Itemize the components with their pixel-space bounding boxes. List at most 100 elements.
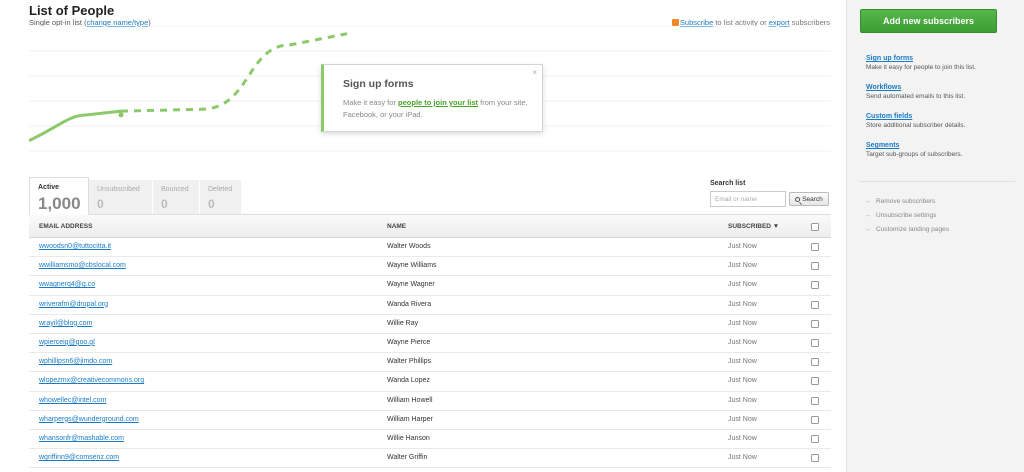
subscriber-email-link[interactable]: whowellec@intel.com <box>39 397 106 404</box>
segments-link[interactable]: Segments <box>866 142 899 149</box>
table-row: wphillipsn6@jimdo.com Walter Phillips Just… <box>29 353 831 373</box>
sidebar-item-segments: Segments Target sub-groups of subscriber… <box>866 142 963 158</box>
table-row: whowellec@intel.com William Howell Just No… <box>29 392 831 411</box>
subscriber-name: Wanda Lopez <box>387 377 430 385</box>
subscriber-email-link[interactable]: wgriffinn9@comsenz.com <box>39 454 119 461</box>
subscriber-name: Walter Phillips <box>387 358 432 366</box>
row-checkbox[interactable] <box>811 243 819 251</box>
table-row: wwilliamsmo@cbslocal.com Wayne Williams Ju… <box>29 257 831 277</box>
subscriber-email-link[interactable]: wwagnerq4@g.co <box>39 281 95 288</box>
subscriber-name: Walter Woods <box>387 243 431 250</box>
row-checkbox[interactable] <box>811 415 819 424</box>
sidebar-item-workflows: Workflows Send automated emails to this … <box>866 84 965 100</box>
add-new-subscribers-button[interactable]: Add new subscribers <box>860 9 997 33</box>
subscriber-email-link[interactable]: wrayil@blog.com <box>39 320 92 327</box>
column-name[interactable]: NAME <box>387 223 406 230</box>
row-checkbox[interactable] <box>811 377 819 386</box>
table-row: wpierceig@goo.gl Wayne Pierce Just Now <box>29 334 831 354</box>
search-button[interactable]: Search <box>789 192 829 206</box>
search-input[interactable] <box>710 191 786 207</box>
sort-desc-icon: ▼ <box>772 223 780 230</box>
column-subscribed[interactable]: SUBSCRIBED ▼ <box>728 223 779 230</box>
subscriber-email-link[interactable]: wriverafm@drupal.org <box>39 301 108 308</box>
subscriber-name: Wayne Williams <box>387 262 437 270</box>
sidebar-item-signup-forms: Sign up forms Make it easy for people to… <box>866 55 976 71</box>
table-row: wwoodsn0@tuttocitta.it Walter Woods Just N… <box>29 238 831 258</box>
subscribed-time: Just Now <box>728 377 757 385</box>
subscriber-email-link[interactable]: wlopezmx@creativecommons.org <box>39 377 144 384</box>
row-checkbox[interactable] <box>811 358 819 367</box>
chart-series-line-projected <box>120 32 348 113</box>
chart-point <box>118 112 124 118</box>
subscribed-time: Just Now <box>728 262 757 270</box>
column-email[interactable]: EMAIL ADDRESS <box>39 223 92 230</box>
search-icon <box>795 196 801 202</box>
table-row: wrayil@blog.com Willie Ray Just Now <box>29 315 831 334</box>
row-checkbox[interactable] <box>811 281 819 290</box>
arrow-right-icon: → <box>864 225 871 233</box>
subscriber-name: Willie Hanson <box>387 434 430 442</box>
subscribed-time: Just Now <box>728 319 757 327</box>
subscribed-time: Just Now <box>728 396 757 404</box>
tab-deleted[interactable]: Deleted 0 <box>200 180 242 214</box>
table-row: wgriffinn9@comsenz.com Walter Griffin Just… <box>29 449 831 469</box>
subscribed-time: Just Now <box>728 415 757 423</box>
subscriber-name: Willie Ray <box>387 319 419 327</box>
popover-title: Sign up forms <box>343 78 414 90</box>
subscribed-time: Just Now <box>728 338 757 346</box>
subscriber-name: William Howell <box>387 396 433 404</box>
subscriber-email-link[interactable]: wwilliamsmo@cbslocal.com <box>39 262 126 269</box>
chart-series <box>29 32 348 142</box>
remove-subscribers-action[interactable]: → Remove subscribers <box>864 194 949 208</box>
customize-landing-pages-action[interactable]: → Customize landing pages <box>864 222 949 236</box>
table-row: wharpergs@wunderground.com William Harper… <box>29 411 831 430</box>
row-checkbox[interactable] <box>811 300 819 309</box>
signup-forms-popover: Sign up forms Make it easy for people to… <box>321 64 543 132</box>
select-all-checkbox[interactable] <box>811 223 819 231</box>
subscriber-name: Wayne Wagner <box>387 281 435 289</box>
subscriber-email-link[interactable]: wwoodsn0@tuttocitta.it <box>39 243 111 250</box>
row-checkbox[interactable] <box>811 396 819 405</box>
subscriber-email-link[interactable]: whansonfr@mashable.com <box>39 435 124 442</box>
subscriber-name: Wayne Pierce <box>387 338 431 346</box>
subscribed-time: Just Now <box>728 243 757 250</box>
join-list-link[interactable]: people to join your list <box>398 98 478 107</box>
subscriber-name: Walter Griffin <box>387 454 428 462</box>
subscriber-name: Wanda Rivera <box>387 300 432 308</box>
main-content: List of People Single opt-in list (chang… <box>0 0 846 472</box>
close-icon[interactable]: × <box>532 68 537 77</box>
sidebar-item-custom-fields: Custom fields Store additional subscribe… <box>866 113 966 129</box>
subscriber-email-link[interactable]: wphillipsn6@jimdo.com <box>39 358 112 365</box>
signup-forms-link[interactable]: Sign up forms <box>866 55 913 62</box>
table-header: EMAIL ADDRESS NAME SUBSCRIBED ▼ <box>29 214 831 238</box>
table-row: wlopezmx@creativecommons.org Wanda Lopez J… <box>29 372 831 392</box>
custom-fields-link[interactable]: Custom fields <box>866 113 912 120</box>
subscriber-table: wwoodsn0@tuttocitta.it Walter Woods Just N… <box>29 238 831 469</box>
subscriber-email-link[interactable]: wharpergs@wunderground.com <box>39 416 139 423</box>
subscribed-time: Just Now <box>728 281 757 289</box>
sidebar-divider <box>859 181 1015 182</box>
row-checkbox[interactable] <box>811 338 819 347</box>
subscribed-time: Just Now <box>728 434 757 442</box>
active-count: 1,000 <box>38 194 81 213</box>
tab-active[interactable]: Active 1,000 <box>29 177 89 215</box>
row-checkbox[interactable] <box>811 454 819 463</box>
subscribed-time: Just Now <box>728 358 757 366</box>
popover-text: Make it easy for people to join your lis… <box>343 98 528 119</box>
arrow-right-icon: → <box>864 197 871 205</box>
row-checkbox[interactable] <box>811 319 819 328</box>
arrow-right-icon: → <box>864 211 871 219</box>
subscribed-time: Just Now <box>728 300 757 308</box>
workflows-link[interactable]: Workflows <box>866 84 901 91</box>
rss-icon <box>671 19 679 26</box>
table-row: wwagnerq4@g.co Wayne Wagner Just Now <box>29 276 831 296</box>
page-title: List of People <box>29 3 115 18</box>
tab-bounced[interactable]: Bounced 0 <box>153 180 200 214</box>
sidebar: Add new subscribers Sign up forms Make i… <box>846 0 1024 472</box>
row-checkbox[interactable] <box>811 434 819 443</box>
subscriber-email-link[interactable]: wpierceig@goo.gl <box>39 339 95 346</box>
row-checkbox[interactable] <box>811 262 819 271</box>
table-row: wriverafm@drupal.org Wanda Rivera Just Now <box>29 296 831 315</box>
unsubscribe-settings-action[interactable]: → Unsubscribe settings <box>864 208 949 222</box>
tab-unsubscribed[interactable]: Unsubscribed 0 <box>89 180 153 214</box>
